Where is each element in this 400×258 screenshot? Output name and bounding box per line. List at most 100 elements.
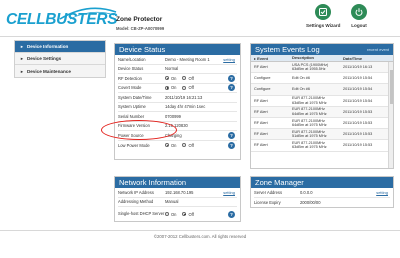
radio-label: Off [188, 75, 194, 81]
network-row-ip-address: Network IP Address 192.168.70.195 settin… [118, 188, 237, 198]
datetime-cell: 2011/10/19 15:53 [343, 121, 373, 126]
scrollbar-thumb[interactable] [389, 70, 393, 104]
settings-wizard-label: Settings Wizard [306, 23, 341, 28]
row-label: Serial Number [118, 113, 145, 119]
table-row[interactable]: RF Alert EUR 877-2100MHz 64dBm at 1975 MH… [251, 106, 393, 118]
description-cell: EUR 877-2100MHz 63dBm at 1975 MHz [292, 96, 343, 105]
table-row[interactable]: RF Alert EUR 877-2100MHz 63dBm at 1975 MH… [251, 96, 393, 107]
datetime-cell: 2011/10/19 15:54 [343, 87, 373, 92]
column-header-description[interactable]: Description [292, 55, 343, 61]
wizard-icon [315, 4, 332, 20]
radio-label: Off [188, 211, 194, 217]
description-line: 63dBm at 1975 MHz [292, 100, 327, 105]
events-scrollbar[interactable] [388, 62, 393, 168]
sidebar-item-device-maintenance[interactable]: ► Device Maintenance [15, 65, 105, 77]
sidebar-item-device-information[interactable]: ► Device Information [15, 41, 105, 53]
low-power-on-radio[interactable] [165, 143, 169, 148]
logo-swoosh-icon [59, 7, 117, 20]
table-row[interactable]: Configure Edit On #6 2011/10/19 15:54 [251, 84, 393, 96]
status-row-covert-mode: Covert Mode On Off ? [118, 84, 237, 93]
row-value: 0700999 [165, 113, 181, 119]
dhcp-off-radio[interactable] [182, 212, 187, 216]
event-cell: Configure [254, 76, 271, 81]
event-cell: Configure [254, 87, 271, 92]
row-value: 2000/00/00 [300, 199, 321, 205]
network-information-panel: Network Information Network IP Address 1… [114, 176, 241, 222]
status-row-device-status: Device Status Normal [118, 65, 237, 74]
datetime-cell: 2011/10/19 15:54 [343, 98, 373, 103]
table-row[interactable]: Configure Edit On #6 2011/10/19 15:54 [251, 73, 393, 85]
network-setting-link[interactable]: setting [223, 190, 235, 195]
radio-label: Off [188, 85, 194, 91]
network-row-dhcp-server: Single-host DHCP Server On Off ? [118, 207, 237, 221]
covert-mode-on-radio[interactable] [165, 85, 169, 90]
description-line: 51dBm at 1975 MHz [292, 134, 327, 139]
dhcp-on-radio[interactable] [165, 212, 169, 216]
footer-divider [0, 230, 400, 231]
product-name: Zone Protector [116, 16, 163, 23]
description-cell: Edit On #6 [292, 87, 310, 92]
row-label: Server Address [254, 189, 282, 195]
rf-detection-on-radio[interactable] [165, 76, 169, 81]
row-value: Charging [165, 132, 182, 138]
firmware-highlight-ellipse [101, 120, 177, 140]
column-header-event[interactable]: ▸ Event [251, 56, 292, 61]
description-cell: USA PCS (1900MHz) 63dBm at 1955.5Hz [292, 63, 343, 72]
description-line: EUR 877-2100MHz [292, 96, 325, 101]
help-icon[interactable]: ? [228, 141, 235, 149]
footer-copyright: ©2007-2012 Cellbusters.com. All rights r… [153, 234, 247, 239]
settings-wizard-button[interactable]: Settings Wizard [306, 4, 340, 28]
logout-button[interactable]: Logout [351, 4, 367, 28]
table-row[interactable]: RF Alert EUR 877-2100MHz 51dBm at 1975 MH… [251, 129, 393, 141]
description-cell: EUR 877-2100MHz 64dBm at 1975 MHz [292, 119, 343, 128]
description-cell: EUR 877-2100MHz 63dBm at 1975 MHz [292, 141, 343, 150]
status-row-system-datetime: System Date/Time 2011/10/19 16:21:13 [118, 93, 237, 103]
event-cell: RF Alert [254, 132, 268, 137]
sidebar-item-label: Device Information [26, 44, 69, 49]
help-icon[interactable]: ? [228, 74, 235, 82]
table-row[interactable]: RF Alert USA PCS (1900MHz) 63dBm at 1955.… [251, 62, 393, 74]
row-label: System Uptime [118, 104, 146, 110]
row-value: Normal [165, 66, 179, 72]
column-header-datetime[interactable]: Date/Time [343, 56, 393, 61]
zone-row-server-address: Server Address 0.0.0.0 setting [254, 188, 390, 198]
column-label: Event [257, 55, 269, 61]
datetime-cell: 2011/10/19 16:13 [343, 65, 373, 70]
system-events-title-text: System Events Log [255, 45, 320, 54]
status-row-system-uptime: System Uptime 14day 4hr 47min 1sec [118, 103, 237, 112]
datetime-cell: 2011/10/19 15:54 [343, 76, 373, 81]
power-icon [351, 4, 367, 20]
row-label: Low Power Mode [118, 142, 150, 148]
datetime-cell: 2011/10/19 15:53 [343, 109, 373, 114]
row-value: Manual [165, 199, 179, 205]
row-label: License Expiry [254, 199, 281, 205]
help-icon[interactable]: ? [228, 210, 235, 218]
zone-setting-link[interactable]: setting [376, 190, 388, 195]
description-cell: EUR 877-2100MHz 51dBm at 1975 MHz [292, 130, 343, 139]
row-label: Single-host DHCP Server [118, 210, 165, 216]
recent-event-link[interactable]: recent event [367, 44, 389, 55]
datetime-cell: 2011/10/19 15:53 [343, 132, 373, 137]
name-location-setting-link[interactable]: setting [223, 57, 235, 62]
row-label: Network IP Address [118, 189, 154, 195]
radio-label: On [171, 75, 177, 81]
rf-detection-off-radio[interactable] [182, 76, 187, 81]
sidebar-item-label: Device Maintenance [26, 68, 71, 74]
chevron-right-icon: ► [20, 56, 24, 61]
description-line: EUR 877-2100MHz [292, 107, 325, 112]
help-icon[interactable]: ? [228, 131, 235, 139]
description-line: USA PCS (1900MHz) [292, 62, 329, 67]
row-label: Device Status [118, 66, 144, 72]
zone-manager-panel: Zone Manager Server Address 0.0.0.0 sett… [250, 176, 394, 208]
table-row[interactable]: RF Alert EUR 877-2100MHz 63dBm at 1975 MH… [251, 140, 393, 152]
sidebar-item-device-settings[interactable]: ► Device Settings [15, 53, 105, 65]
description-cell: Edit On #6 [292, 76, 310, 81]
covert-mode-off-radio[interactable] [182, 85, 187, 90]
low-power-off-radio[interactable] [182, 143, 187, 148]
radio-label: Off [188, 142, 194, 148]
status-row-low-power-mode: Low Power Mode On Off ? [118, 141, 237, 151]
radio-label: On [171, 211, 177, 217]
description-line: 64dBm at 1975 MHz [292, 123, 327, 128]
description-line: EUR 877-2100MHz [292, 140, 325, 145]
table-row[interactable]: RF Alert EUR 877-2100MHz 64dBm at 1975 MH… [251, 118, 393, 130]
